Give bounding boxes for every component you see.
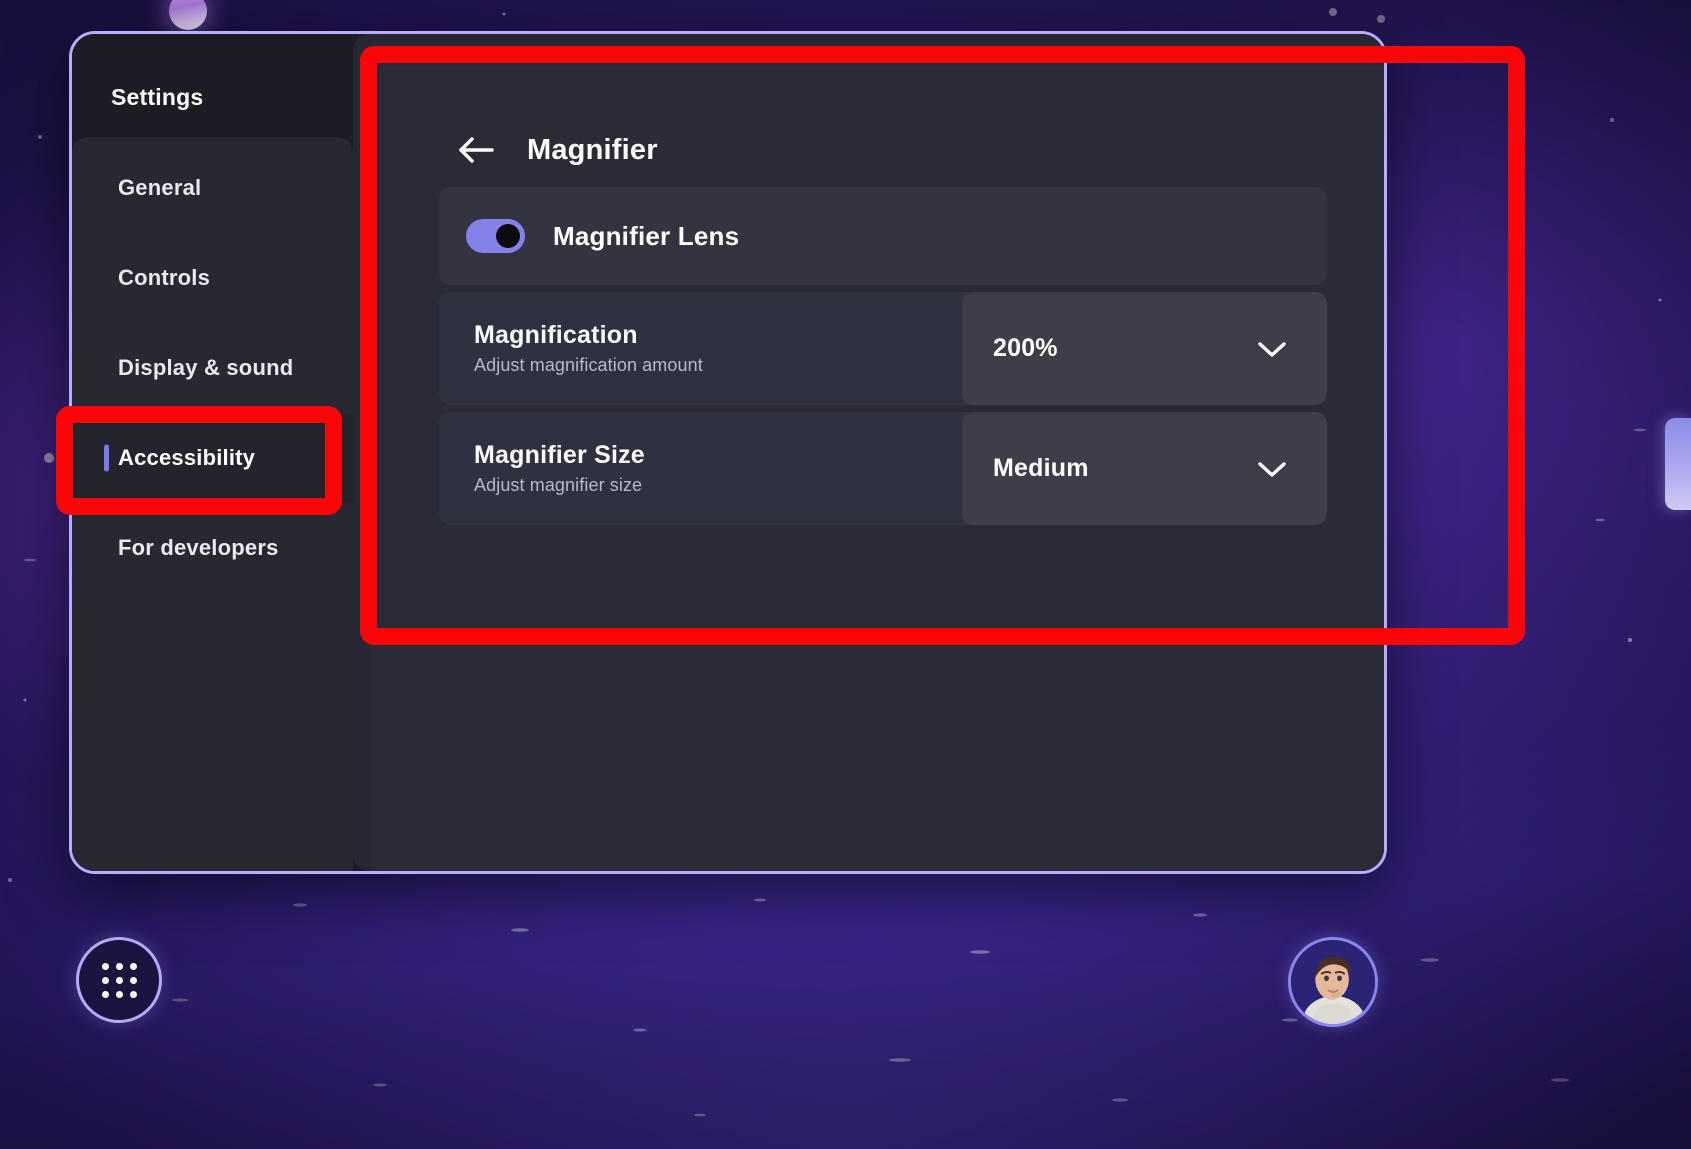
magnification-label: Magnification <box>474 321 638 350</box>
magnification-dropdown[interactable]: 200% <box>962 292 1327 405</box>
user-avatar[interactable] <box>1288 937 1378 1027</box>
edge-panel-decoration <box>1665 418 1691 510</box>
magnifier-size-sublabel: Adjust magnifier size <box>474 474 643 495</box>
toggle-knob <box>496 224 520 248</box>
sidebar-item-for-developers[interactable]: For developers <box>72 503 353 593</box>
active-indicator <box>104 444 109 472</box>
settings-window: Settings General Controls Display & soun… <box>69 31 1387 874</box>
arrow-left-icon <box>459 137 494 163</box>
magnification-labels: Magnification Adjust magnification amoun… <box>439 292 962 405</box>
magnifier-lens-toggle[interactable] <box>466 219 525 253</box>
magnifier-panel: Magnifier Magnifier Lens Magnification A… <box>370 65 1384 871</box>
sidebar-title: Settings <box>111 84 204 110</box>
magnifier-lens-label: Magnifier Lens <box>553 220 740 251</box>
sidebar-item-label: For developers <box>118 535 279 560</box>
settings-rows: Magnifier Lens Magnification Adjust magn… <box>370 187 1384 525</box>
sidebar-item-general[interactable]: General <box>72 143 353 233</box>
sidebar-nav: General Controls Display & sound Accessi… <box>72 137 353 871</box>
back-button[interactable] <box>456 134 496 166</box>
magnifier-lens-row[interactable]: Magnifier Lens <box>439 187 1327 285</box>
user-avatar-icon <box>1291 940 1375 1024</box>
chevron-down-icon <box>1258 461 1286 477</box>
screen: Settings General Controls Display & soun… <box>0 0 1691 1149</box>
magnifier-size-row: Magnifier Size Adjust magnifier size Med… <box>439 412 1327 525</box>
magnification-row: Magnification Adjust magnification amoun… <box>439 292 1327 405</box>
sidebar-item-display-and-sound[interactable]: Display & sound <box>72 323 353 413</box>
sidebar-item-label: Display & sound <box>118 355 294 380</box>
page-title: Magnifier <box>527 133 658 166</box>
chevron-down-icon <box>1258 341 1286 357</box>
magnifier-size-label: Magnifier Size <box>474 441 645 470</box>
app-grid-icon <box>101 962 137 998</box>
sidebar-item-controls[interactable]: Controls <box>72 233 353 323</box>
settings-sidebar: Settings General Controls Display & soun… <box>72 34 353 871</box>
settings-content: Magnifier Magnifier Lens Magnification A… <box>353 34 1384 871</box>
magnifier-size-labels: Magnifier Size Adjust magnifier size <box>439 412 962 525</box>
page-header: Magnifier <box>370 65 1384 187</box>
sidebar-item-label: Controls <box>118 265 211 290</box>
magnifier-size-value: Medium <box>993 454 1089 482</box>
sidebar-item-label: General <box>118 175 202 200</box>
app-grid-button[interactable] <box>76 937 162 1023</box>
sidebar-item-label: Accessibility <box>118 445 256 470</box>
magnification-sublabel: Adjust magnification amount <box>474 354 703 375</box>
magnifier-size-dropdown[interactable]: Medium <box>962 412 1327 525</box>
magnification-value: 200% <box>993 334 1058 362</box>
sidebar-item-accessibility[interactable]: Accessibility <box>72 413 353 503</box>
